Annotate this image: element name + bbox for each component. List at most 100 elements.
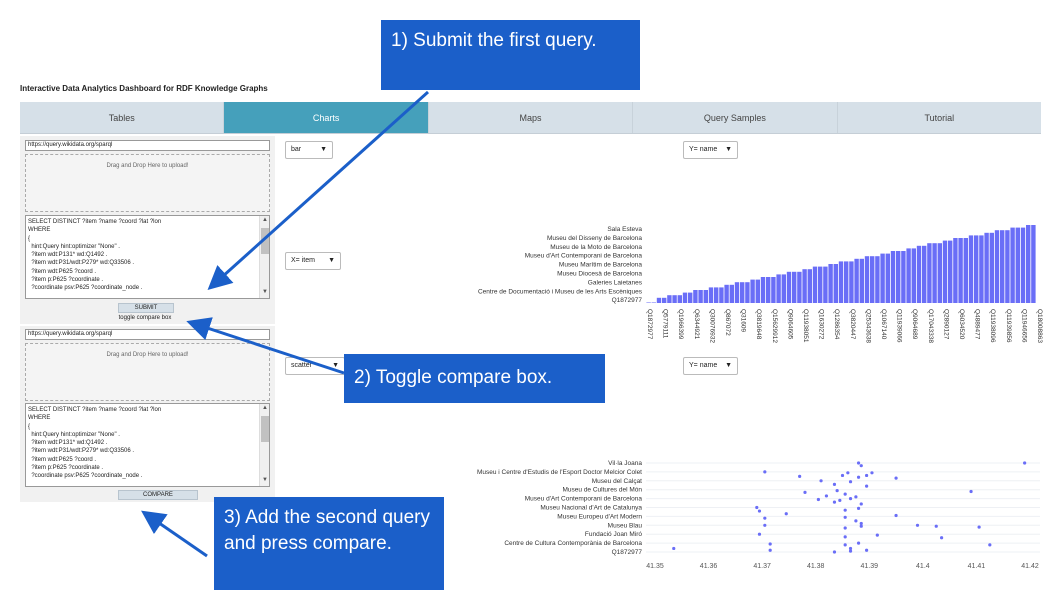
bar [688,292,693,303]
x-axis-select-1[interactable]: X= item ▼ [285,252,341,270]
bar [672,295,677,303]
bar [1000,230,1005,303]
scatter-point [763,523,767,527]
y-axis-select-1[interactable]: Y= name ▼ [683,141,738,159]
y-axis-select-2[interactable]: Y= name ▼ [683,357,738,375]
x-tick-label: Q9064689 [911,309,918,340]
scatter-point [1023,461,1027,465]
query-scrollbar-2[interactable]: ▲ ▼ [259,404,269,486]
scatter-point [832,482,837,486]
bar [833,264,838,303]
bar [968,235,974,303]
tab-tutorial[interactable]: Tutorial [838,102,1041,133]
scatter-point [977,525,981,529]
scroll-down-icon[interactable]: ▼ [260,476,269,486]
bar [734,282,740,303]
callout-step-1: 1) Submit the first query. [381,20,640,90]
chart-type-select-2[interactable]: scatter ▼ [285,357,345,375]
upload-dropzone-1[interactable]: Drag and Drop Here to upload! [25,154,270,212]
caret-down-icon: ▼ [725,362,732,369]
query-editor-1[interactable]: SELECT DISTINCT ?item ?name ?coord ?lat … [25,215,270,299]
bar [708,287,714,303]
upload-dropzone-2[interactable]: Drag and Drop Here to upload! [25,343,270,401]
bar [844,261,849,303]
bar [823,266,828,303]
scatter-point [856,541,861,545]
query-line: WHERE [28,227,51,234]
scatter-point [870,471,874,475]
scroll-thumb[interactable] [261,416,269,442]
scatter-point [840,473,845,478]
bar [719,287,724,303]
scatter-point [848,480,853,484]
bar [927,243,932,303]
x-axis-value: X= item [291,257,315,264]
scroll-up-icon[interactable]: ▲ [260,216,269,226]
x-tick-label: Q867072 [724,309,731,336]
query-line: ?item wdt:P31/wdt:P279* wd:Q33506 . [28,260,135,267]
scatter-point [816,497,820,502]
scatter-point [843,543,847,547]
arrow-to-compare [141,510,208,558]
scroll-down-icon[interactable]: ▼ [260,288,269,298]
tab-maps[interactable]: Maps [429,102,634,133]
query-line: SELECT DISTINCT ?item ?name ?coord ?lat … [28,407,162,413]
query-line: SELECT DISTINCT ?item ?name ?coord ?lat … [28,219,162,225]
scatter-point [803,490,807,494]
x-tick-label: Q30076932 [708,309,715,343]
x-tick-label: Q11939856 [1005,309,1012,343]
bar [766,277,771,303]
submit-button[interactable]: SUBMIT [118,303,174,313]
x-tick-label: 41.39 [861,563,879,570]
compare-button[interactable]: COMPARE [118,490,198,500]
bar [651,302,656,303]
scroll-thumb[interactable] [261,228,269,254]
scroll-up-icon[interactable]: ▲ [260,404,269,414]
query-scrollbar-1[interactable]: ▲ ▼ [259,216,269,298]
bar [797,271,802,303]
x-tick-label: 41.35 [646,563,664,570]
bar [963,238,968,303]
x-tick-label: 41.41 [968,563,986,570]
x-tick-label: Q18008863 [1036,309,1043,343]
page: Interactive Data Analytics Dashboard for… [0,0,1060,590]
toggle-compare-link[interactable]: toggle compare box [90,315,200,321]
bar [901,251,906,303]
scatter-point [832,500,837,504]
scatter-point [784,512,788,516]
scatter-point [843,526,847,530]
tab-bar: Tables Charts Maps Query Samples Tutoria… [20,102,1041,134]
tab-tables[interactable]: Tables [20,102,225,133]
bar [875,256,880,303]
tab-query-samples[interactable]: Query Samples [633,102,838,133]
endpoint-input-1[interactable]: https://query.wikidata.org/sparql [25,140,270,151]
caret-down-icon: ▼ [328,257,335,264]
x-tick-label: Q5779111 [662,309,669,339]
scatter-point [848,546,853,551]
scatter-point [843,535,847,539]
x-tick-label: Q4889477 [974,309,981,340]
bar [890,251,896,303]
bar [859,258,864,303]
scatter-point [856,461,861,465]
chart-type-select-1[interactable]: bar ▼ [285,141,333,159]
query-line: { [28,235,31,242]
tab-charts[interactable]: Charts [224,102,429,133]
bar [812,266,818,303]
scatter-point [865,548,869,552]
bar [786,271,792,303]
scatter-point [835,488,839,493]
x-tick-label: 41.37 [753,563,771,570]
query-editor-2[interactable]: SELECT DISTINCT ?item ?name ?coord ?lat … [25,403,270,487]
x-tick-label: Q1067140 [880,309,887,340]
query-line: ?item p:P625 ?coordinate . [28,465,104,472]
bar [760,277,766,303]
endpoint-input-2[interactable]: https://query.wikidata.org/sparql [25,329,270,340]
bar [714,287,719,303]
y-axis-value: Y= name [689,362,718,369]
bar [776,274,781,303]
query-line: ?coordinate psv:P625 ?coordinate_node . [28,473,143,480]
bar [792,271,797,303]
bar [828,264,833,303]
x-tick-label: 41.42 [1021,563,1039,570]
